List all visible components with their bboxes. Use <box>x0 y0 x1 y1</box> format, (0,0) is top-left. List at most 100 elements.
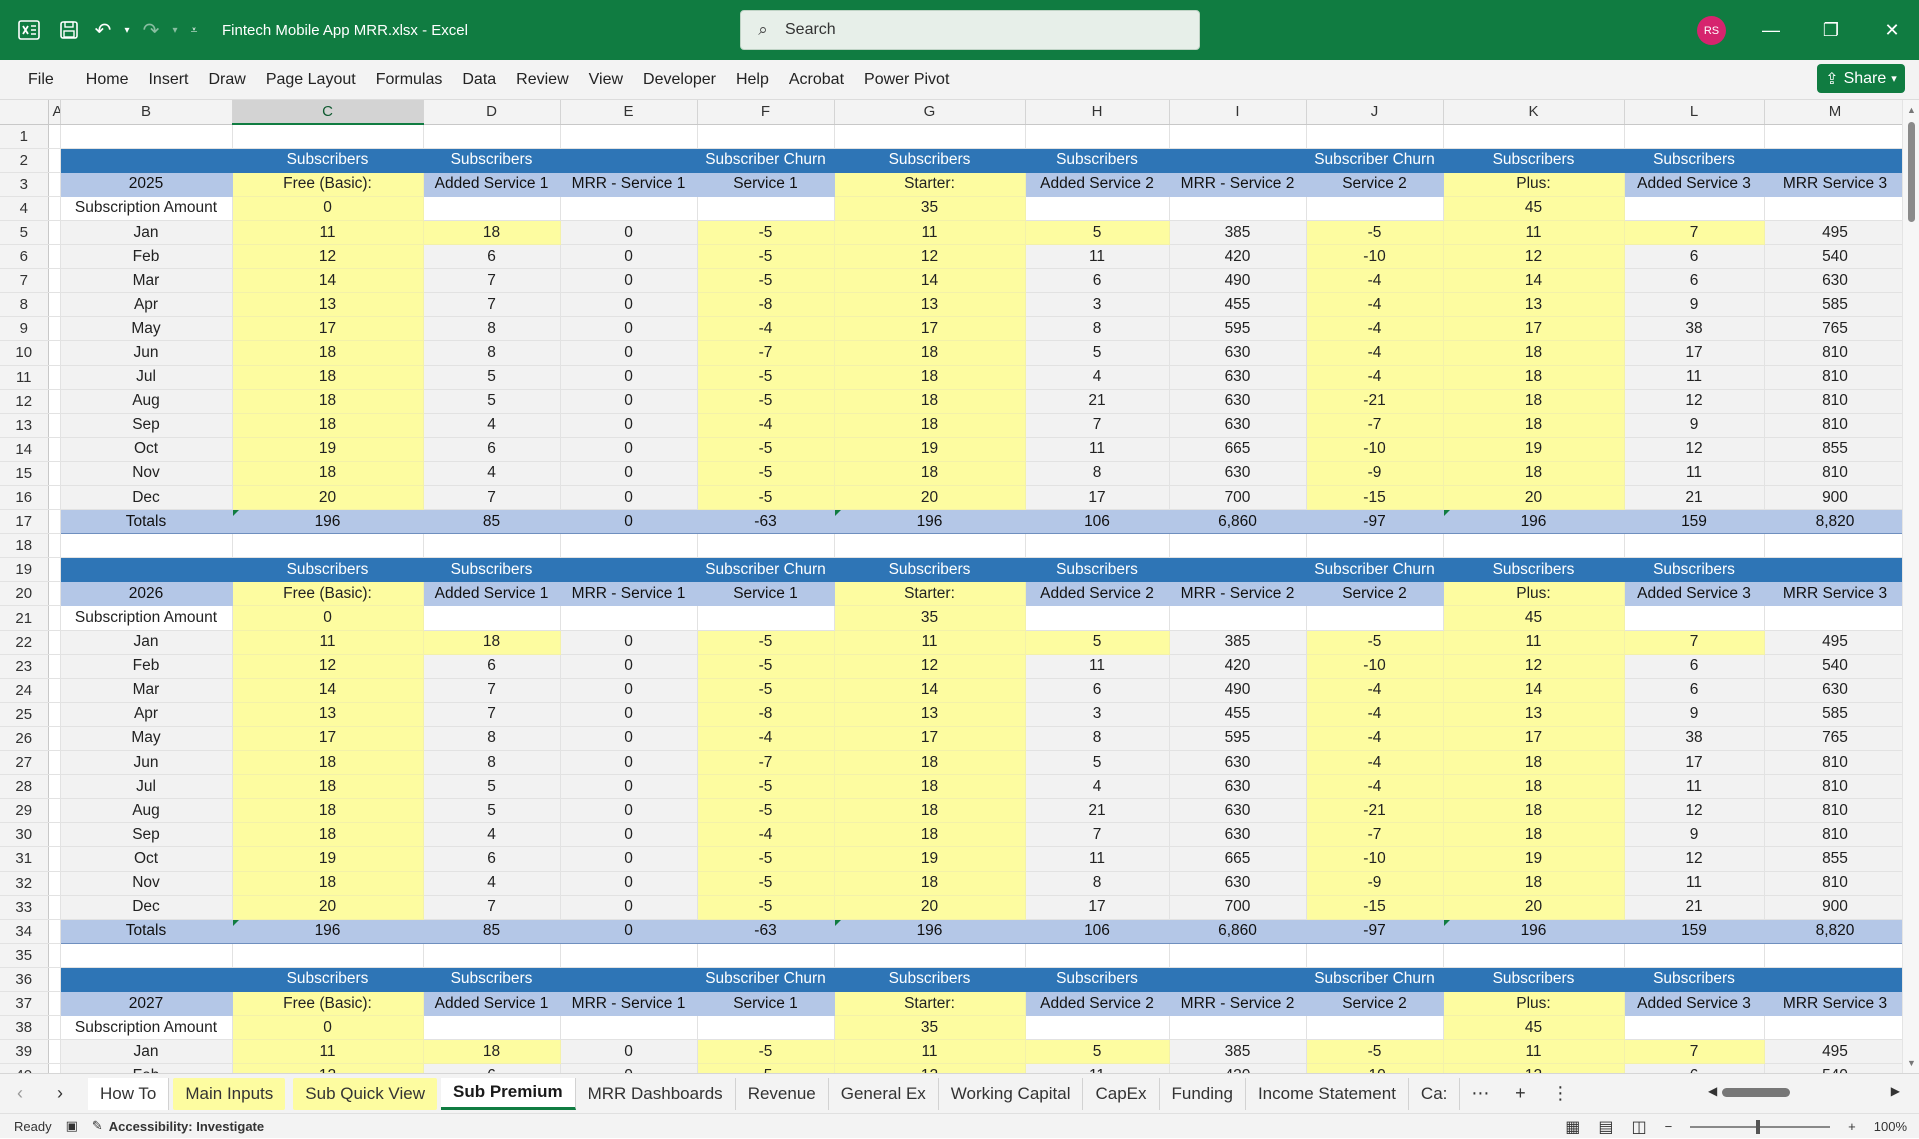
column-group-label[interactable]: Subscriber Churn <box>697 148 835 173</box>
cell[interactable]: 0 <box>560 220 698 246</box>
cell[interactable]: 0 <box>560 895 698 920</box>
total-cell[interactable]: 196 <box>1442 919 1625 944</box>
scroll-up-icon[interactable]: ▲ <box>1903 102 1919 118</box>
cell[interactable]: 0 <box>560 461 698 487</box>
cell[interactable] <box>1306 533 1444 559</box>
cell[interactable]: 45 <box>1442 1015 1625 1041</box>
cell[interactable]: 18 <box>833 365 1026 390</box>
month-label[interactable]: May <box>60 316 233 342</box>
cell[interactable]: 900 <box>1764 485 1907 511</box>
month-label[interactable]: Jan <box>60 1039 233 1065</box>
cell[interactable]: 12 <box>833 1063 1026 1073</box>
column-label[interactable]: MRR - Service 1 <box>560 991 698 1017</box>
cell[interactable]: -4 <box>1306 268 1444 294</box>
column-label[interactable]: Plus: <box>1442 991 1625 1017</box>
cell[interactable] <box>560 1015 698 1041</box>
cell[interactable]: 13 <box>833 702 1026 727</box>
more-sheets-icon[interactable]: ⋯ <box>1460 1083 1500 1104</box>
cell[interactable] <box>1443 124 1625 149</box>
cell[interactable] <box>560 533 698 559</box>
column-header-b[interactable]: B <box>60 100 233 125</box>
cell[interactable]: -5 <box>697 365 835 390</box>
cell[interactable]: 14 <box>833 678 1026 703</box>
cell[interactable]: 7 <box>1624 220 1765 246</box>
cell[interactable]: 7 <box>423 702 561 727</box>
cell[interactable]: 0 <box>560 485 698 511</box>
cell[interactable]: 19 <box>833 846 1026 872</box>
column-group-label[interactable] <box>1169 557 1307 583</box>
cell[interactable]: 585 <box>1764 702 1907 727</box>
row-header[interactable]: 32 <box>0 871 49 896</box>
cell[interactable]: 18 <box>1442 340 1625 366</box>
cell[interactable]: 0 <box>232 605 424 631</box>
cell[interactable]: 630 <box>1169 365 1307 390</box>
cell[interactable]: 6 <box>1624 1063 1765 1073</box>
cell[interactable]: 8 <box>423 316 561 342</box>
cell[interactable] <box>697 1015 835 1041</box>
cell[interactable] <box>1624 196 1765 221</box>
cell[interactable]: 18 <box>833 389 1026 414</box>
cell[interactable]: 540 <box>1764 654 1907 679</box>
total-cell[interactable]: 196 <box>833 919 1026 944</box>
cell[interactable]: 7 <box>423 485 561 511</box>
cell[interactable]: 7 <box>1025 822 1170 848</box>
cell[interactable] <box>48 1015 61 1041</box>
scroll-left-icon[interactable]: ◀ <box>1708 1084 1717 1098</box>
cell[interactable]: 11 <box>232 630 424 655</box>
cell[interactable]: 17 <box>232 726 424 752</box>
menu-view[interactable]: View <box>579 60 633 100</box>
cell[interactable]: 7 <box>423 292 561 318</box>
cell[interactable]: 11 <box>232 1039 424 1065</box>
cell[interactable] <box>48 244 61 270</box>
cell[interactable]: 8 <box>423 726 561 752</box>
column-label[interactable]: MRR Service 3 <box>1764 991 1907 1017</box>
cell[interactable]: -4 <box>697 316 835 342</box>
column-group-label[interactable]: Subscribers <box>833 557 1026 583</box>
cell[interactable]: 8 <box>1025 871 1170 896</box>
zoom-in-icon[interactable]: + <box>1848 1119 1856 1134</box>
column-label[interactable]: Starter: <box>833 991 1026 1017</box>
cell[interactable] <box>1624 124 1765 149</box>
cell[interactable] <box>48 533 61 559</box>
year-label[interactable]: 2027 <box>60 991 233 1017</box>
prev-sheet-icon[interactable]: ‹ <box>0 1083 40 1104</box>
column-group-label[interactable] <box>1764 148 1907 173</box>
sheet-tab-how-to[interactable]: How To <box>88 1077 170 1110</box>
row-header[interactable]: 37 <box>0 991 49 1017</box>
month-label[interactable]: Oct <box>60 846 233 872</box>
close-icon[interactable]: ✕ <box>1866 0 1918 60</box>
zoom-slider[interactable] <box>1690 1119 1831 1134</box>
column-label[interactable]: Added Service 2 <box>1025 581 1170 607</box>
month-label[interactable]: Sep <box>60 413 233 438</box>
cell[interactable] <box>48 991 61 1017</box>
cell[interactable]: 18 <box>833 750 1026 776</box>
menu-formulas[interactable]: Formulas <box>366 60 453 100</box>
cell[interactable]: 5 <box>423 798 561 824</box>
cell[interactable] <box>60 557 233 583</box>
row-header[interactable]: 33 <box>0 895 49 920</box>
cell[interactable]: -7 <box>697 340 835 366</box>
cell[interactable]: 38 <box>1624 316 1765 342</box>
row-header[interactable]: 39 <box>0 1039 49 1065</box>
cell[interactable]: 6 <box>1025 268 1170 294</box>
cell[interactable] <box>423 1015 561 1041</box>
column-group-label[interactable]: Subscribers <box>232 148 424 173</box>
sheet-tab-capex[interactable]: CapEx <box>1083 1077 1160 1110</box>
cell[interactable]: 18 <box>1442 365 1625 390</box>
row-header[interactable]: 29 <box>0 798 49 824</box>
cell[interactable]: 12 <box>1442 1063 1625 1073</box>
cell[interactable]: 18 <box>423 220 561 246</box>
total-cell[interactable]: 85 <box>423 509 561 535</box>
sheet-tab-revenue[interactable]: Revenue <box>736 1077 829 1110</box>
total-cell[interactable]: -97 <box>1306 919 1444 944</box>
total-cell[interactable]: 85 <box>423 919 561 944</box>
cell[interactable] <box>834 943 1026 968</box>
row-header[interactable]: 1 <box>0 124 49 149</box>
cell[interactable] <box>1764 943 1907 968</box>
cell[interactable]: 0 <box>560 871 698 896</box>
column-group-label[interactable]: Subscriber Churn <box>1306 557 1444 583</box>
cell[interactable]: 19 <box>1442 846 1625 872</box>
column-header-m[interactable]: M <box>1764 100 1907 125</box>
cell[interactable]: 855 <box>1764 846 1907 872</box>
cell[interactable]: -4 <box>1306 774 1444 800</box>
